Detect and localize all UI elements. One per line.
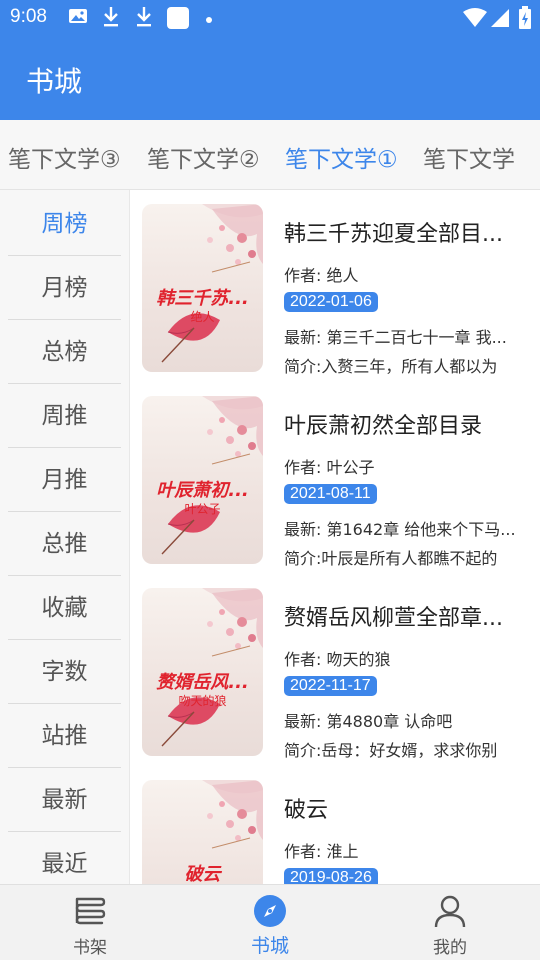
cover-title: 破云 xyxy=(184,864,221,884)
source-tabs: 笔下文学③ 笔下文学② 笔下文学① 笔下文学 xyxy=(0,120,540,190)
book-intro: 简介:岳母：好女婿，求求你别 xyxy=(284,741,498,760)
more-notifications-dot-icon xyxy=(204,10,214,29)
tab-source[interactable]: 笔下文学 xyxy=(423,140,515,174)
compass-icon xyxy=(254,895,286,927)
book-item[interactable]: 韩三千苏... 绝人 韩三千苏迎夏全部目... 作者: 绝人 2022-01-0… xyxy=(130,190,540,382)
book-date-badge: 2022-11-17 xyxy=(284,676,377,696)
sidebar-item-newest[interactable]: 最新 xyxy=(8,768,121,832)
cover-title: 韩三千苏... xyxy=(156,288,249,309)
cover-author: 吻天的狼 xyxy=(178,694,227,708)
book-author: 作者: 吻天的狼 xyxy=(284,650,391,669)
book-latest-chapter: 最新: 第三千二百七十一章 我... xyxy=(284,328,507,347)
sidebar-item-favorites[interactable]: 收藏 xyxy=(8,576,121,640)
download-notification-icon-2 xyxy=(135,6,153,32)
download-notification-icon xyxy=(102,6,120,32)
book-item[interactable]: 叶辰萧初... 叶公子 叶辰萧初然全部目录 作者: 叶公子 2021-08-11… xyxy=(130,382,540,574)
sidebar-item-weekly[interactable]: 周榜 xyxy=(8,192,121,256)
cover-author: 绝人 xyxy=(190,310,215,324)
book-item[interactable]: 赘婿岳风... 吻天的狼 赘婿岳风柳萱全部章... 作者: 吻天的狼 2022-… xyxy=(130,574,540,766)
sidebar-item-recent[interactable]: 最近 xyxy=(8,832,121,884)
sidebar-item-monthly-rec[interactable]: 月推 xyxy=(8,448,121,512)
book-title: 韩三千苏迎夏全部目... xyxy=(284,222,503,247)
app-bar: 书城 xyxy=(0,36,540,120)
bookshelf-icon xyxy=(75,897,106,925)
nav-mine[interactable]: 我的 xyxy=(360,885,540,960)
book-list: 韩三千苏... 绝人 韩三千苏迎夏全部目... 作者: 绝人 2022-01-0… xyxy=(130,190,540,884)
book-date-badge: 2022-01-06 xyxy=(284,292,378,312)
book-author: 作者: 淮上 xyxy=(284,842,359,861)
sidebar-item-total-rec[interactable]: 总推 xyxy=(8,512,121,576)
book-author: 作者: 绝人 xyxy=(284,266,359,285)
page-title: 书城 xyxy=(26,65,83,98)
book-title: 破云 xyxy=(284,798,329,823)
bottom-nav: 书架 书城 我的 xyxy=(0,884,540,960)
book-intro: 简介:入赘三年，所有人都以为 xyxy=(284,357,498,376)
book-cover: 叶辰萧初... 叶公子 xyxy=(142,396,263,564)
book-latest-chapter: 最新: 第4880章 认命吧 xyxy=(284,712,453,731)
book-cover: 赘婿岳风... 吻天的狼 xyxy=(142,588,263,756)
book-intro: 简介:叶辰是所有人都瞧不起的 xyxy=(284,549,498,568)
book-cover: 韩三千苏... 绝人 xyxy=(142,204,263,372)
book-author: 作者: 叶公子 xyxy=(284,458,375,477)
status-time: 9:08 xyxy=(10,6,47,27)
book-latest-chapter: 最新: 第1642章 给他来个下马... xyxy=(284,520,516,539)
tab-source-1[interactable]: 笔下文学① xyxy=(285,140,398,174)
sidebar-item-total[interactable]: 总榜 xyxy=(8,320,121,384)
tab-source-2[interactable]: 笔下文学② xyxy=(147,140,260,174)
tab-source-3[interactable]: 笔下文学③ xyxy=(8,140,121,174)
cover-title: 赘婿岳风... xyxy=(156,672,249,693)
nav-label-bookshelf: 书架 xyxy=(73,938,107,958)
sidebar-item-site-rec[interactable]: 站推 xyxy=(8,704,121,768)
cover-author: 叶公子 xyxy=(184,502,221,516)
person-icon xyxy=(434,895,466,928)
nav-label-bookstore: 书城 xyxy=(250,935,289,957)
book-title: 叶辰萧初然全部目录 xyxy=(284,414,483,439)
sidebar-item-weekly-rec[interactable]: 周推 xyxy=(8,384,121,448)
battery-icon xyxy=(518,6,532,34)
book-cover: 破云 淮上 xyxy=(142,780,263,884)
book-date-badge: 2021-08-11 xyxy=(284,484,377,504)
book-date-badge: 2019-08-26 xyxy=(284,868,378,884)
status-bar: 9:08 xyxy=(0,0,540,36)
cover-title: 叶辰萧初... xyxy=(156,480,249,501)
book-item[interactable]: 破云 淮上 破云 作者: 淮上 2019-08-26 xyxy=(130,766,540,884)
book-title: 赘婿岳风柳萱全部章... xyxy=(284,606,503,631)
app-notification-icon xyxy=(166,6,190,34)
sidebar-item-word-count[interactable]: 字数 xyxy=(8,640,121,704)
nav-bookstore[interactable]: 书城 xyxy=(180,885,360,960)
nav-bookshelf[interactable]: 书架 xyxy=(0,885,180,960)
sidebar-item-monthly[interactable]: 月榜 xyxy=(8,256,121,320)
wifi-icon xyxy=(463,8,487,32)
nav-label-mine: 我的 xyxy=(433,938,467,958)
signal-icon xyxy=(490,8,510,32)
image-notification-icon xyxy=(68,6,88,30)
ranking-sidebar: 周榜 月榜 总榜 周推 月推 总推 收藏 字数 站推 最新 最近 xyxy=(0,190,130,884)
